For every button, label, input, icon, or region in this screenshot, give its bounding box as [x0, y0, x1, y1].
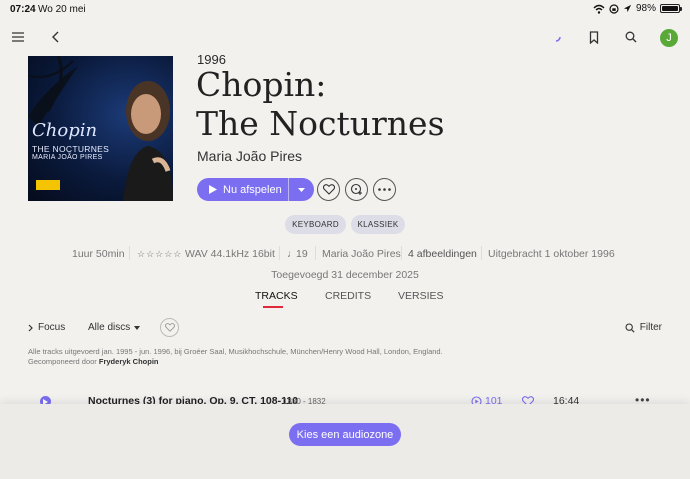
play-icon [209, 185, 217, 194]
play-now-button[interactable]: Nu afspelen [197, 178, 314, 201]
add-to-library-button[interactable] [345, 178, 368, 201]
menu-icon[interactable] [8, 27, 28, 47]
composer-prefix: Gecomponeerd door [28, 357, 97, 366]
heart-icon [322, 184, 335, 195]
meta-format: WAV 44.1kHz 16bit [185, 248, 275, 260]
status-date: Wo 20 mei [38, 4, 86, 15]
cover-title: Chopin [32, 120, 98, 141]
profile-button[interactable]: J [659, 28, 679, 48]
chevron-right-icon [28, 324, 33, 331]
meta-artist[interactable]: Maria João Pires [322, 248, 401, 260]
location-icon [623, 4, 632, 13]
heart-icon [164, 323, 175, 332]
tab-versies[interactable]: VERSIES [398, 290, 444, 302]
meta-tracks: 19 [296, 248, 308, 260]
rating-stars[interactable]: ☆☆☆☆☆ [137, 249, 182, 260]
divider [401, 246, 402, 260]
album-cover: Chopin THE NOCTURNES MARIA JOÃO PIRES [28, 56, 173, 201]
meta-released: Uitgebracht 1 oktober 1996 [488, 248, 615, 260]
composer-name[interactable]: Fryderyk Chopin [99, 357, 159, 366]
all-discs-label: Alle discs [88, 322, 131, 333]
album-artist[interactable]: Maria João Pires [197, 148, 302, 164]
more-icon [378, 188, 391, 191]
active-tab-indicator [263, 306, 283, 308]
more-options-button[interactable] [373, 178, 396, 201]
composer-info: Gecomponeerd door Fryderyk Chopin [28, 357, 158, 366]
tab-tracks[interactable]: TRACKS [255, 290, 298, 302]
tab-credits[interactable]: CREDITS [325, 290, 371, 302]
tag-klassiek[interactable]: KLASSIEK [351, 215, 405, 234]
status-right: 98% [593, 3, 682, 14]
divider [279, 246, 280, 260]
avatar: J [660, 29, 678, 47]
wifi-icon [593, 4, 605, 14]
focus-button[interactable]: Focus [28, 322, 65, 333]
play-now-main[interactable]: Nu afspelen [197, 178, 288, 201]
chevron-down-icon [298, 187, 305, 192]
focus-label: Focus [38, 322, 66, 333]
label-logo [36, 180, 60, 190]
cover-subtitle: THE NOCTURNES [32, 144, 110, 154]
lock-rotation-icon [609, 3, 619, 14]
album-title-line1: Chopin: [196, 65, 327, 104]
play-options-dropdown[interactable] [288, 178, 314, 201]
chevron-down-icon [134, 325, 141, 330]
search-icon [625, 322, 635, 333]
status-time: 07:24 [10, 4, 36, 15]
recording-info: Alle tracks uitgevoerd jan. 1995 - jun. … [28, 347, 443, 356]
cover-artist: MARIA JOÃO PIRES [32, 154, 103, 161]
meta-duration: 1uur 50min [72, 248, 125, 260]
battery-percentage: 98% [635, 3, 656, 14]
album-title-line2: The Nocturnes [196, 104, 445, 143]
all-discs-dropdown[interactable]: Alle discs [88, 322, 141, 333]
choose-audio-zone-button[interactable]: Kies een audiozone [289, 423, 401, 446]
search-icon[interactable] [621, 27, 641, 47]
back-icon[interactable] [46, 27, 66, 47]
divider [129, 246, 130, 260]
play-now-label: Nu afspelen [223, 183, 282, 196]
meta-images[interactable]: 4 afbeeldingen [408, 248, 477, 260]
favorite-button[interactable] [317, 178, 340, 201]
filter-button[interactable]: Filter [625, 322, 662, 333]
loading-spinner-icon [546, 27, 566, 47]
filter-label: Filter [639, 322, 662, 333]
meta-added: Toegevoegd 31 december 2025 [271, 269, 419, 281]
divider [315, 246, 316, 260]
status-bar: 07:24 Wo 20 mei 98% [0, 0, 690, 20]
bookmark-icon[interactable] [584, 27, 604, 47]
battery-icon [660, 4, 682, 13]
tag-keyboard[interactable]: KEYBOARD [285, 215, 346, 234]
add-library-icon [350, 183, 362, 195]
favorite-filter-button[interactable] [160, 318, 179, 337]
divider [481, 246, 482, 260]
